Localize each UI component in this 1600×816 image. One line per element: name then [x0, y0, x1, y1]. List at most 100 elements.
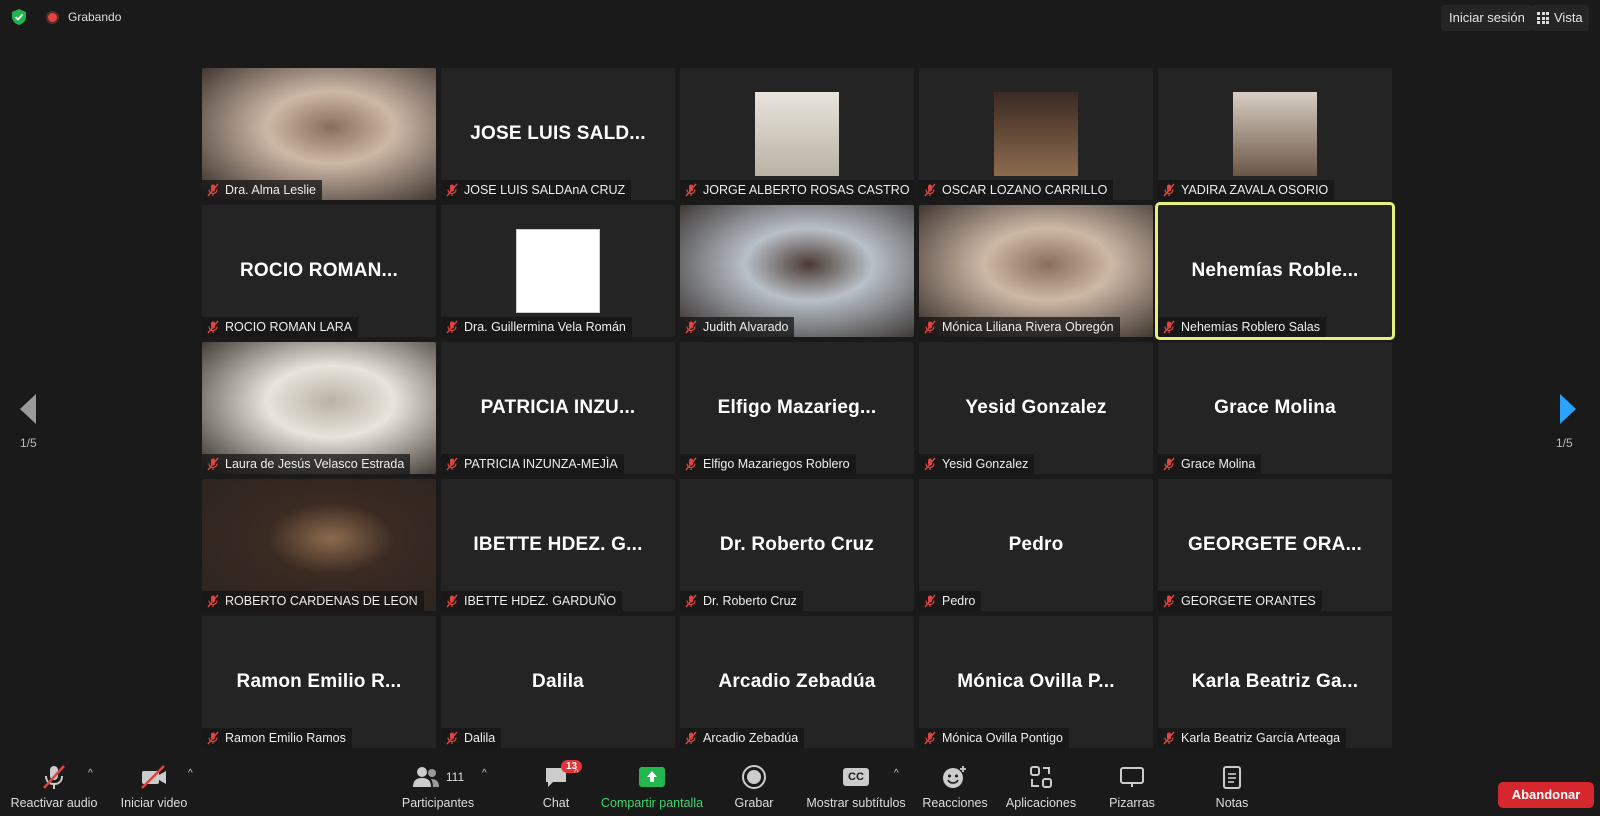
participant-tile[interactable]: YADIRA ZAVALA OSORIO	[1158, 68, 1392, 200]
participant-tile[interactable]: Laura de Jesús Velasco Estrada	[202, 342, 436, 474]
participant-tile[interactable]: Dalila Dalila	[441, 616, 675, 748]
muted-microphone-icon	[446, 183, 458, 197]
participant-name-text: Dra. Alma Leslie	[225, 183, 317, 197]
participant-name-label: Dr. Roberto Cruz	[680, 591, 803, 611]
video-options-caret-icon[interactable]: ^	[188, 768, 193, 779]
participant-display-name: Nehemías Roble...	[1191, 260, 1359, 281]
participants-count: 111	[445, 770, 465, 784]
participant-tile[interactable]: PATRICIA INZU... PATRICIA INZUNZA-MEJÌA	[441, 342, 675, 474]
muted-microphone-icon	[924, 731, 936, 745]
participant-tile[interactable]: Pedro Pedro	[919, 479, 1153, 611]
participant-name-text: Mónica Liliana Rivera Obregón	[942, 320, 1114, 334]
unmute-audio-button[interactable]: Reactivar audio	[8, 760, 100, 816]
participant-name-text: Dalila	[464, 731, 496, 745]
participant-tile[interactable]: Judith Alvarado	[680, 205, 914, 337]
participant-tile[interactable]: Yesid Gonzalez Yesid Gonzalez	[919, 342, 1153, 474]
microphone-muted-icon	[43, 765, 65, 789]
apps-button[interactable]: Aplicaciones	[1000, 760, 1082, 816]
record-icon	[742, 765, 766, 789]
muted-microphone-icon	[685, 594, 697, 608]
participant-name-text: Grace Molina	[1181, 457, 1256, 471]
participant-tile[interactable]: JOSE LUIS SALD... JOSE LUIS SALDAnA CRUZ	[441, 68, 675, 200]
muted-microphone-icon	[207, 183, 219, 197]
participant-name-text: JORGE ALBERTO ROSAS CASTRO	[703, 183, 910, 197]
participant-tile[interactable]: ROCIO ROMAN... ROCIO ROMAN LARA	[202, 205, 436, 337]
participant-name-label: ROCIO ROMAN LARA	[202, 317, 359, 337]
participants-options-caret-icon[interactable]: ^	[482, 768, 487, 779]
participant-name-text: Judith Alvarado	[703, 320, 789, 334]
record-button[interactable]: Grabar	[726, 760, 782, 816]
participant-name-text: ROCIO ROMAN LARA	[225, 320, 353, 334]
audio-options-caret-icon[interactable]: ^	[88, 768, 93, 779]
participant-display-name: GEORGETE ORA...	[1187, 534, 1363, 555]
whiteboards-button[interactable]: Pizarras	[1100, 760, 1164, 816]
participant-display-name: ROCIO ROMAN...	[240, 260, 398, 281]
participant-name-text: PATRICIA INZUNZA-MEJÌA	[464, 457, 618, 471]
start-video-button[interactable]: Iniciar video	[114, 760, 194, 816]
share-screen-button[interactable]: Compartir pantalla	[598, 760, 706, 816]
participant-tile[interactable]: Grace Molina Grace Molina	[1158, 342, 1392, 474]
participant-tile[interactable]: Dr. Roberto Cruz Dr. Roberto Cruz	[680, 479, 914, 611]
previous-page-arrow-icon[interactable]	[16, 392, 40, 426]
participant-tile[interactable]: Arcadio Zebadúa Arcadio Zebadúa	[680, 616, 914, 748]
captions-options-caret-icon[interactable]: ^	[894, 768, 899, 779]
participant-tile[interactable]: Dra. Alma Leslie	[202, 68, 436, 200]
participant-name-text: Dr. Roberto Cruz	[703, 594, 797, 608]
participant-tile[interactable]: JORGE ALBERTO ROSAS CASTRO	[680, 68, 914, 200]
participant-name-text: OSCAR LOZANO CARRILLO	[942, 183, 1108, 197]
view-button[interactable]: Vista	[1531, 5, 1589, 31]
chat-options-caret-icon[interactable]: ^	[574, 768, 579, 779]
participant-tile[interactable]: Mónica Ovilla P... Mónica Ovilla Pontigo	[919, 616, 1153, 748]
show-captions-button[interactable]: CC Mostrar subtítulos	[804, 760, 908, 816]
participant-tile[interactable]: Ramon Emilio R... Ramon Emilio Ramos	[202, 616, 436, 748]
participant-gallery: Dra. Alma Leslie JOSE LUIS SALD... JOSE LU…	[202, 68, 1396, 752]
participant-name-label: Dra. Alma Leslie	[202, 180, 323, 200]
participant-name-label: Judith Alvarado	[680, 317, 795, 337]
participant-name-label: Yesid Gonzalez	[919, 454, 1035, 474]
recording-indicator-icon	[46, 11, 59, 24]
muted-microphone-icon	[207, 731, 219, 745]
next-page-arrow-icon[interactable]	[1556, 392, 1580, 426]
participant-tile[interactable]: ROBERTO CARDENAS DE LEON	[202, 479, 436, 611]
participant-name-label: JORGE ALBERTO ROSAS CASTRO	[680, 180, 914, 200]
muted-microphone-icon	[924, 457, 936, 471]
participant-name-text: Pedro	[942, 594, 976, 608]
participant-name-text: IBETTE HDEZ. GARDUÑO	[464, 594, 617, 608]
participant-display-name: Ramon Emilio R...	[236, 671, 402, 692]
apps-label: Aplicaciones	[1005, 796, 1077, 810]
muted-microphone-icon	[1163, 457, 1175, 471]
participant-tile[interactable]: Karla Beatriz Ga... Karla Beatriz García …	[1158, 616, 1392, 748]
muted-microphone-icon	[1163, 183, 1175, 197]
reactions-label: Reacciones	[922, 796, 988, 810]
apps-icon	[1030, 766, 1052, 788]
leave-meeting-button[interactable]: Abandonar	[1498, 782, 1594, 808]
participant-tile[interactable]: Nehemías Roble... Nehemías Roblero Salas	[1155, 202, 1395, 340]
muted-microphone-icon	[446, 457, 458, 471]
participant-name-label: Elfigo Mazariegos Roblero	[680, 454, 856, 474]
signin-button[interactable]: Iniciar sesión	[1441, 5, 1533, 31]
participant-name-label: PATRICIA INZUNZA-MEJÌA	[441, 454, 624, 474]
participant-video	[755, 92, 839, 176]
participant-name-text: YADIRA ZAVALA OSORIO	[1181, 183, 1329, 197]
page-indicator-left: 1/5	[20, 436, 37, 450]
participant-tile[interactable]: OSCAR LOZANO CARRILLO	[919, 68, 1153, 200]
participant-name-text: JOSE LUIS SALDAnA CRUZ	[464, 183, 626, 197]
participant-name-label: YADIRA ZAVALA OSORIO	[1158, 180, 1335, 200]
notes-icon	[1223, 766, 1241, 789]
participant-tile[interactable]: IBETTE HDEZ. G... IBETTE HDEZ. GARDUÑO	[441, 479, 675, 611]
participants-button[interactable]: 111 Participantes	[396, 760, 480, 816]
participant-tile[interactable]: Mónica Liliana Rivera Obregón	[919, 205, 1153, 337]
audio-label: Reactivar audio	[10, 796, 98, 810]
view-label: Vista	[1554, 10, 1583, 25]
participant-tile[interactable]: Elfigo Mazarieg... Elfigo Mazariegos Robl…	[680, 342, 914, 474]
notes-button[interactable]: Notas	[1204, 760, 1260, 816]
participant-tile[interactable]: Dra. Guillermina Vela Román	[441, 205, 675, 337]
reactions-button[interactable]: Reacciones	[922, 760, 988, 816]
muted-microphone-icon	[924, 594, 936, 608]
participant-tile[interactable]: GEORGETE ORA... GEORGETE ORANTES	[1158, 479, 1392, 611]
participant-name-label: Dra. Guillermina Vela Román	[441, 317, 632, 337]
security-shield-icon[interactable]	[10, 8, 28, 26]
muted-microphone-icon	[685, 457, 697, 471]
participant-name-label: OSCAR LOZANO CARRILLO	[919, 180, 1114, 200]
muted-microphone-icon	[446, 594, 458, 608]
